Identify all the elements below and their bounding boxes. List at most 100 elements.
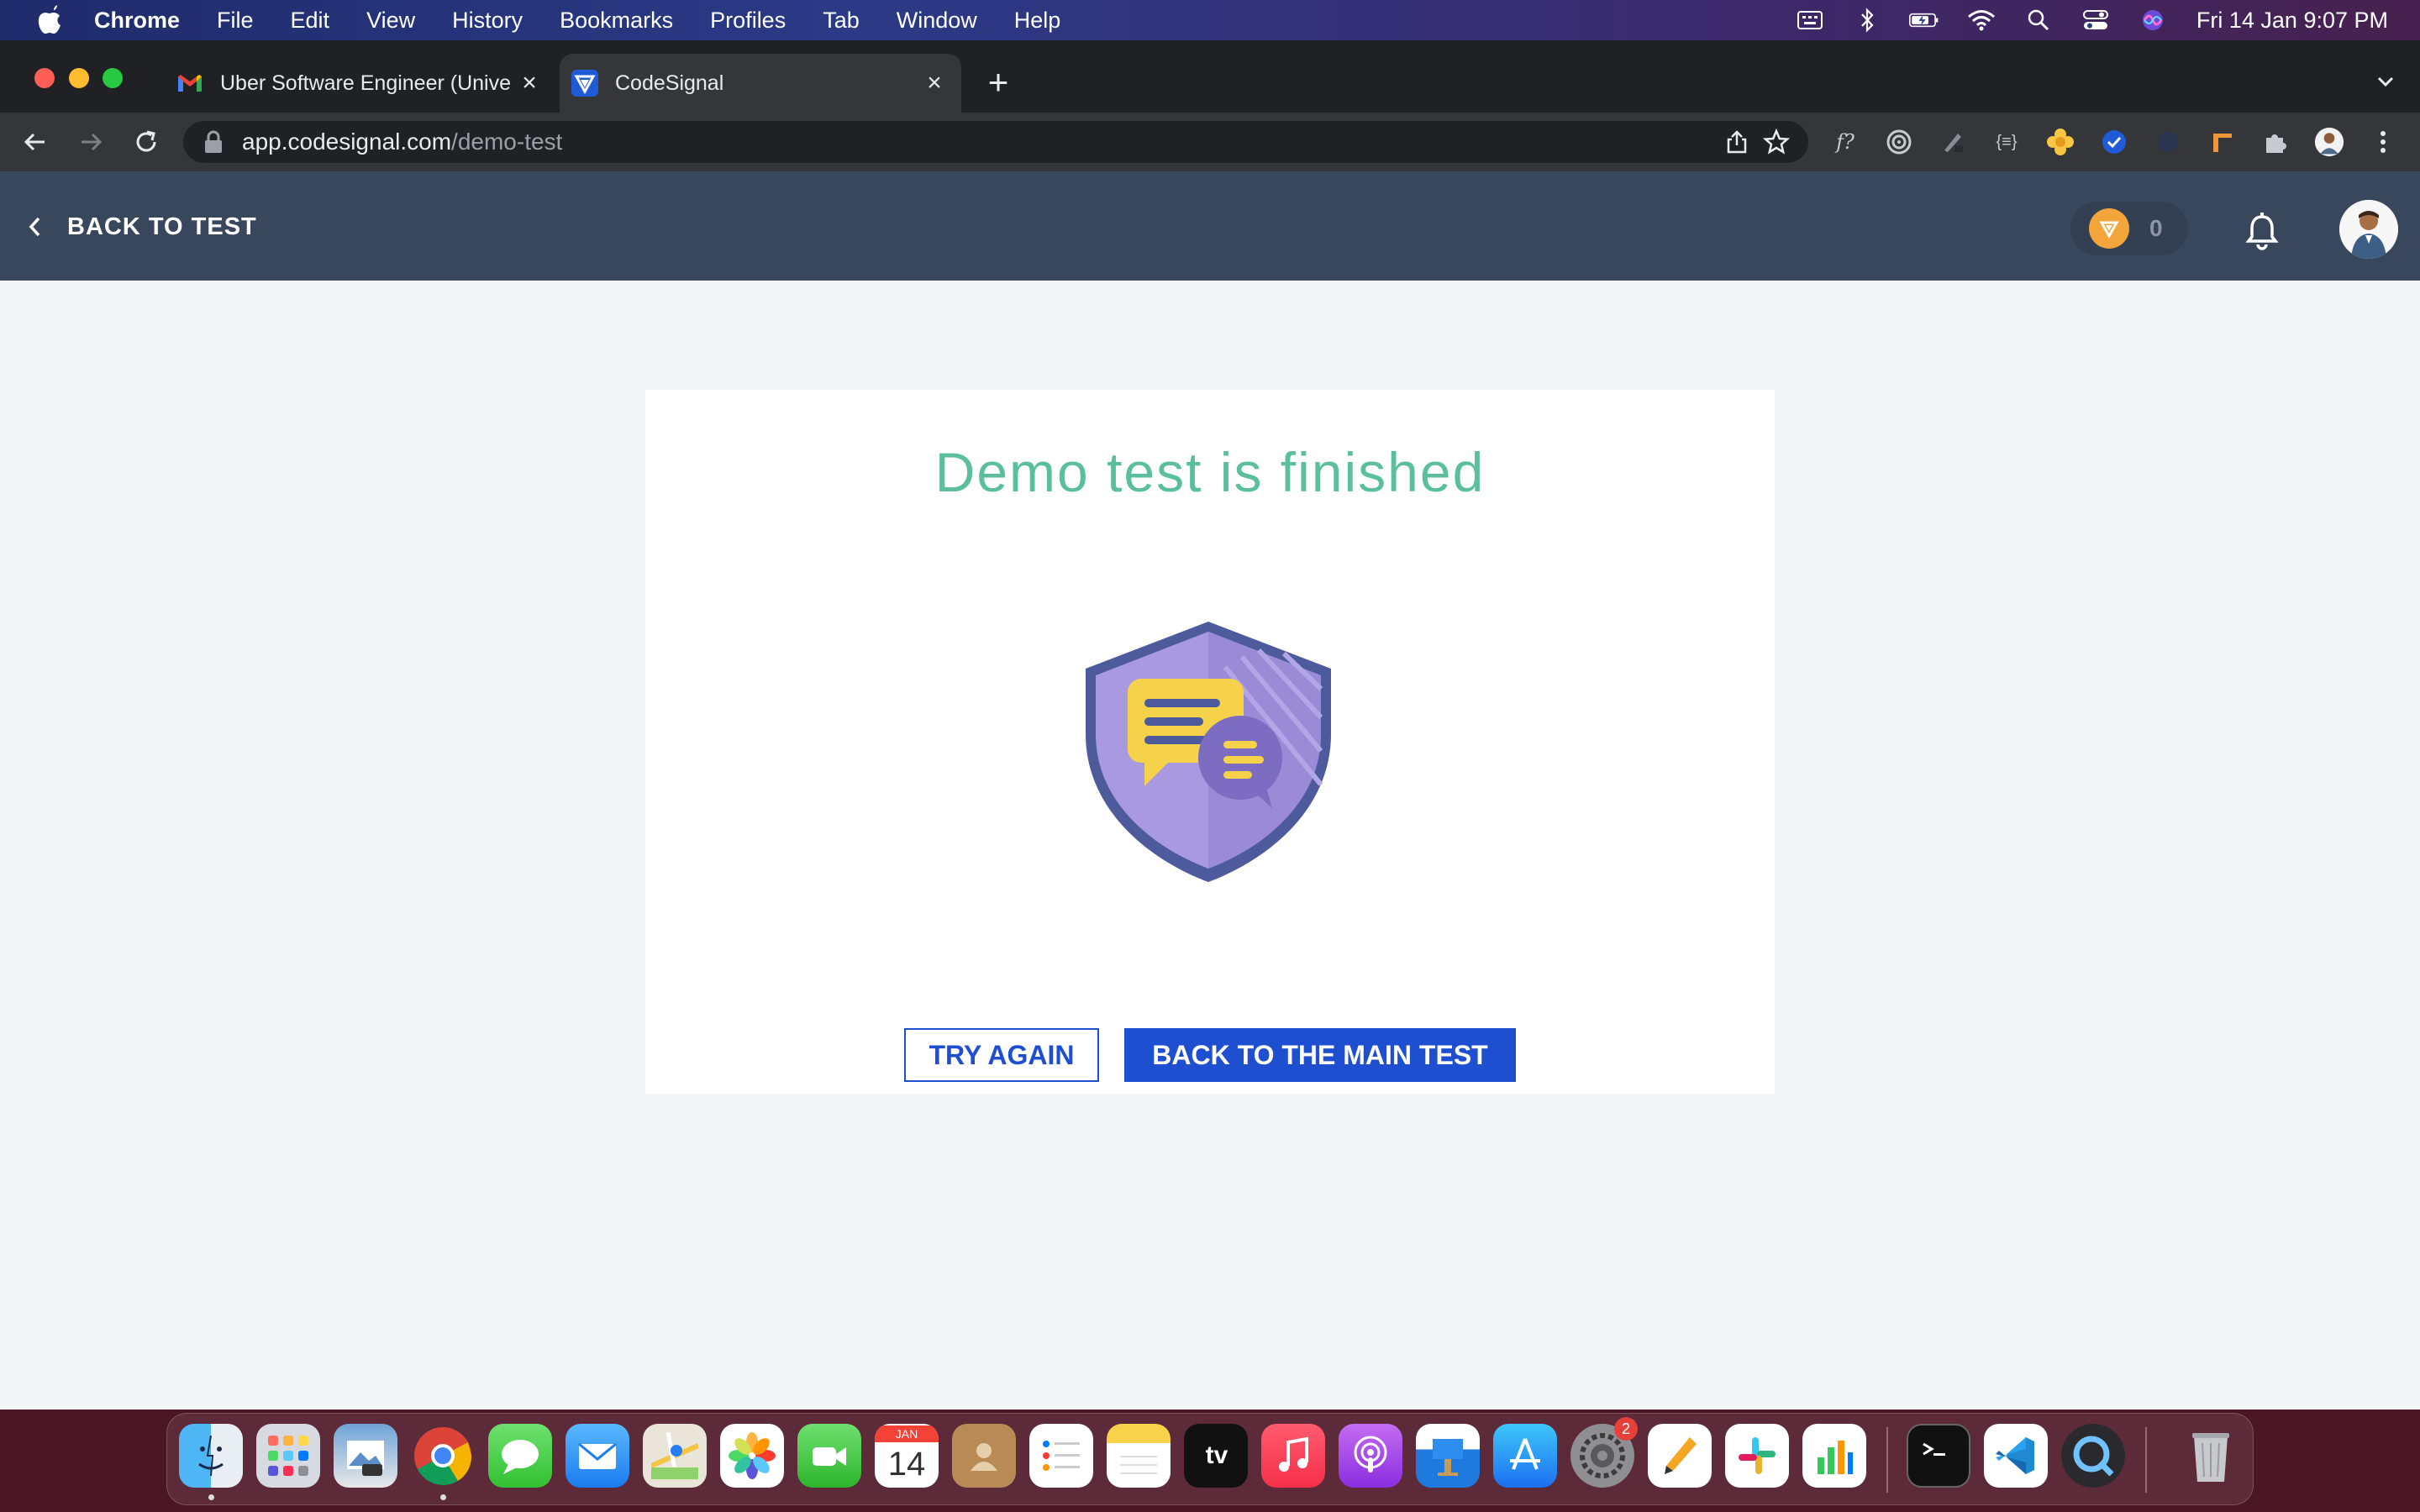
json-extension-icon[interactable]: {≡}	[1991, 127, 2022, 157]
app-store-icon[interactable]	[1493, 1424, 1557, 1488]
result-card: Demo test is finished TRY AGAIN BACK TO …	[645, 390, 1775, 1094]
apple-tv-icon[interactable]: tv	[1184, 1424, 1248, 1488]
dock-separator	[1886, 1427, 1888, 1493]
bluetooth-icon[interactable]	[1852, 8, 1882, 33]
running-indicator	[208, 1494, 214, 1500]
coin-icon	[2089, 208, 2129, 249]
calendar-icon[interactable]: JAN 14	[875, 1424, 939, 1488]
menu-bookmarks[interactable]: Bookmarks	[560, 8, 673, 34]
quicktime-icon[interactable]	[2061, 1424, 2125, 1488]
browser-toolbar: app.codesignal.com/demo-test f? {≡}	[0, 113, 2420, 171]
url-host: app.codesignal.com	[242, 129, 452, 155]
running-indicator	[440, 1494, 446, 1500]
menu-app-name[interactable]: Chrome	[94, 8, 180, 34]
slack-icon[interactable]	[1725, 1424, 1789, 1488]
user-avatar[interactable]	[2339, 200, 2398, 259]
orange-extension-icon[interactable]	[2207, 127, 2237, 157]
target-extension-icon[interactable]	[1884, 127, 1914, 157]
shield-chat-badge-icon	[1086, 622, 1331, 882]
bookmark-star-icon[interactable]	[1763, 129, 1790, 155]
back-to-test-link[interactable]: BACK TO TEST	[25, 208, 257, 245]
address-bar[interactable]: app.codesignal.com/demo-test	[183, 121, 1808, 163]
contacts-icon[interactable]	[952, 1424, 1016, 1488]
new-tab-button[interactable]: +	[981, 65, 1015, 100]
notification-badge: 2	[1614, 1417, 1638, 1441]
dark-extension-icon[interactable]	[2153, 127, 2183, 157]
terminal-icon[interactable]	[1907, 1424, 1970, 1488]
facetime-icon[interactable]	[797, 1424, 861, 1488]
photos-icon[interactable]	[720, 1424, 784, 1488]
menu-file[interactable]: File	[217, 8, 254, 34]
window-close-button[interactable]	[34, 68, 55, 88]
messages-icon[interactable]	[488, 1424, 552, 1488]
mail-icon[interactable]	[566, 1424, 629, 1488]
back-to-test-label: BACK TO TEST	[67, 213, 257, 240]
back-arrow-icon[interactable]	[20, 127, 50, 157]
checkmark-extension-icon[interactable]	[2099, 127, 2129, 157]
window-zoom-button[interactable]	[103, 68, 123, 88]
maps-icon[interactable]	[643, 1424, 707, 1488]
macos-menu-bar: Chrome File Edit View History Bookmarks …	[0, 0, 2420, 40]
chrome-icon[interactable]	[411, 1424, 475, 1488]
menu-view[interactable]: View	[366, 8, 415, 34]
macos-dock: JAN 14 tv 2	[166, 1413, 2254, 1505]
menu-profiles[interactable]: Profiles	[710, 8, 786, 34]
dock-separator	[2145, 1427, 2147, 1493]
chrome-window: Uber Software Engineer (Unive × CodeSign…	[0, 40, 2420, 1410]
preview-icon[interactable]	[334, 1424, 397, 1488]
forward-arrow-icon[interactable]	[76, 127, 106, 157]
battery-icon[interactable]	[1908, 8, 1939, 33]
launchpad-icon[interactable]	[256, 1424, 320, 1488]
tab-title: CodeSignal	[615, 71, 724, 95]
window-minimize-button[interactable]	[69, 68, 89, 88]
close-tab-icon[interactable]: ×	[513, 66, 546, 100]
notification-bell-icon[interactable]	[2244, 212, 2281, 250]
share-icon[interactable]	[1724, 129, 1749, 155]
menu-tab[interactable]: Tab	[823, 8, 860, 34]
calendar-day: 14	[887, 1446, 926, 1483]
keynote-icon[interactable]	[1416, 1424, 1480, 1488]
back-to-main-test-button[interactable]: BACK TO THE MAIN TEST	[1124, 1028, 1516, 1082]
flower-extension-icon[interactable]	[2045, 127, 2075, 157]
notes-icon[interactable]	[1107, 1424, 1171, 1488]
tab-codesignal[interactable]: CodeSignal ×	[560, 54, 961, 113]
keyboard-input-icon[interactable]	[1795, 8, 1825, 33]
numbers-icon[interactable]	[1802, 1424, 1866, 1488]
coin-counter[interactable]: 0	[2070, 202, 2188, 255]
close-tab-icon[interactable]: ×	[918, 66, 951, 100]
vscode-icon[interactable]	[1984, 1424, 2048, 1488]
tab-gmail[interactable]: Uber Software Engineer (Unive ×	[165, 54, 556, 113]
result-title: Demo test is finished	[934, 441, 1486, 503]
menu-window[interactable]: Window	[897, 8, 977, 34]
podcasts-icon[interactable]	[1339, 1424, 1402, 1488]
menu-edit[interactable]: Edit	[291, 8, 330, 34]
finder-icon[interactable]	[179, 1424, 243, 1488]
apple-tv-label: tv	[1205, 1441, 1228, 1469]
menu-history[interactable]: History	[452, 8, 523, 34]
coin-count: 0	[2149, 215, 2163, 241]
try-again-button[interactable]: TRY AGAIN	[904, 1028, 1099, 1082]
apple-menu-icon[interactable]	[35, 5, 62, 35]
profile-avatar-icon[interactable]	[2314, 127, 2344, 157]
reload-icon[interactable]	[131, 127, 161, 157]
lock-icon[interactable]	[203, 130, 224, 154]
calendar-month: JAN	[875, 1425, 939, 1442]
pen-extension-icon[interactable]	[1938, 127, 1968, 157]
wifi-icon[interactable]	[1966, 8, 1996, 33]
chevron-left-icon	[29, 217, 40, 237]
menubar-clock[interactable]: Fri 14 Jan 9:07 PM	[2196, 8, 2388, 34]
trash-icon[interactable]	[2179, 1424, 2243, 1488]
control-center-icon[interactable]	[2081, 8, 2111, 33]
puzzle-extensions-icon[interactable]	[2260, 127, 2291, 157]
url-text: app.codesignal.com/demo-test	[242, 129, 562, 155]
tab-strip: Uber Software Engineer (Unive × CodeSign…	[0, 40, 2420, 113]
formula-extension-icon[interactable]: f?	[1830, 127, 1860, 157]
siri-icon[interactable]	[2138, 8, 2168, 33]
pages-icon[interactable]	[1648, 1424, 1712, 1488]
spotlight-search-icon[interactable]	[2023, 8, 2054, 33]
tab-search-chevron-icon[interactable]	[2373, 69, 2398, 94]
browser-menu-icon[interactable]	[2368, 127, 2398, 157]
reminders-icon[interactable]	[1029, 1424, 1093, 1488]
menu-help[interactable]: Help	[1014, 8, 1061, 34]
music-icon[interactable]	[1261, 1424, 1325, 1488]
